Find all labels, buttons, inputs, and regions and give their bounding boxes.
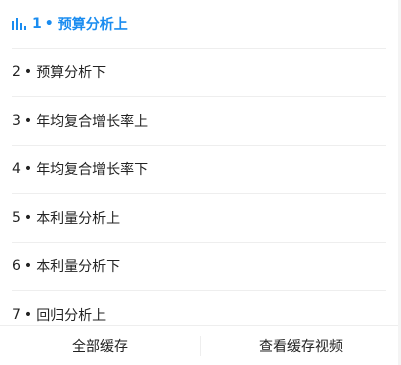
item-title: 回归分析上 [36,307,107,324]
item-separator: • [23,209,33,226]
list-item[interactable]: 4 • 年均复合增长率下 [12,146,386,194]
footer-bar: 全部缓存 查看缓存视频 [0,325,401,365]
item-number: 3 [12,112,21,129]
list-item[interactable]: 1 • 预算分析上 [12,0,386,49]
item-number: 5 [12,209,21,226]
item-separator: • [23,64,33,81]
item-separator: • [23,306,33,323]
list-item[interactable]: 2 • 预算分析下 [12,49,386,97]
item-number: 4 [12,161,21,178]
episode-list[interactable]: 1 • 预算分析上 2 • 预算分析下 3 • 年均复合增长率上 4 • 年均复… [0,0,401,325]
item-title: 本利量分析下 [36,259,121,276]
item-separator: • [44,15,54,32]
item-number: 6 [12,258,21,275]
playing-bars-icon [12,17,28,30]
item-number: 1 [32,15,42,32]
item-number: 7 [12,306,21,323]
item-number: 2 [12,64,21,81]
list-item[interactable]: 3 • 年均复合增长率上 [12,97,386,146]
list-item[interactable]: 5 • 本利量分析上 [12,194,386,243]
item-separator: • [23,112,33,129]
item-title: 预算分析上 [57,16,128,33]
view-cached-videos-button[interactable]: 查看缓存视频 [201,326,401,365]
item-title: 预算分析下 [36,65,107,82]
item-title: 本利量分析上 [36,210,121,227]
item-title: 年均复合增长率下 [36,162,149,179]
item-separator: • [23,161,33,178]
list-item[interactable]: 7 • 回归分析上 [12,291,386,325]
list-item[interactable]: 6 • 本利量分析下 [12,243,386,291]
cache-all-button[interactable]: 全部缓存 [0,326,200,365]
item-title: 年均复合增长率上 [36,113,149,130]
playlist-panel: 1 • 预算分析上 2 • 预算分析下 3 • 年均复合增长率上 4 • 年均复… [0,0,401,365]
item-separator: • [23,258,33,275]
